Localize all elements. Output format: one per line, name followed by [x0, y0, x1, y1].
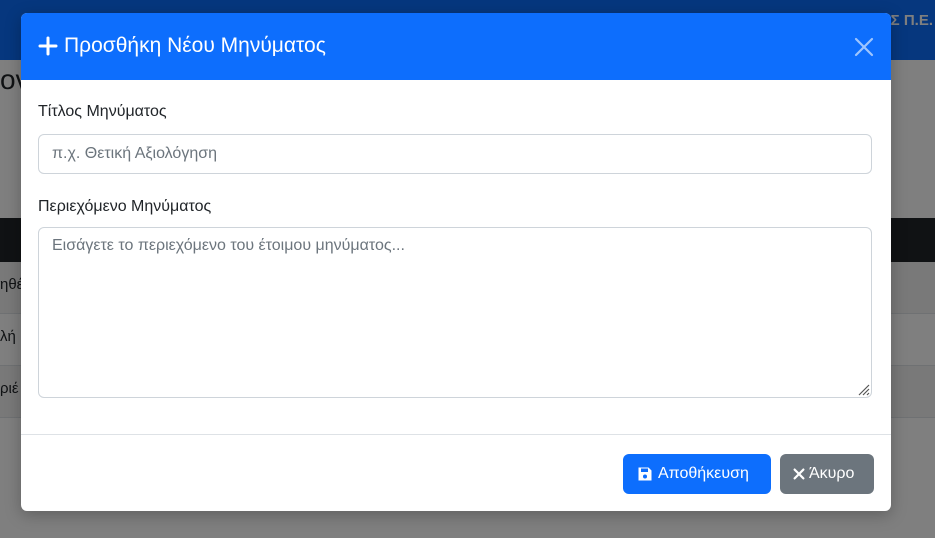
- modal-footer-divider: [21, 434, 891, 435]
- x-icon: [793, 468, 805, 480]
- message-content-textarea[interactable]: [38, 227, 872, 398]
- title-field-label: Τίτλος Μηνύματος: [38, 103, 167, 120]
- save-button[interactable]: Αποθήκευση: [623, 454, 771, 494]
- plus-icon: [38, 36, 58, 56]
- modal-header: Προσθήκη Νέου Μηνύματος: [21, 13, 891, 80]
- screen: Σ Π.Ε. ον ηθέ λή ριέ Προσθήκη Νέου Μηνύμ…: [0, 0, 935, 538]
- resize-handle-icon[interactable]: [856, 382, 870, 396]
- message-title-input[interactable]: [38, 134, 872, 174]
- floppy-disk-icon: [638, 467, 652, 481]
- modal-title: Προσθήκη Νέου Μηνύματος: [64, 34, 326, 57]
- cancel-button-label: Άκυρο: [809, 465, 855, 482]
- close-icon[interactable]: [850, 33, 878, 61]
- save-button-label: Αποθήκευση: [658, 465, 749, 482]
- content-field-label: Περιεχόμενο Μηνύματος: [38, 198, 212, 215]
- cancel-button[interactable]: Άκυρο: [780, 454, 874, 494]
- add-message-modal: Προσθήκη Νέου Μηνύματος Τίτλος Μηνύματος…: [21, 13, 891, 511]
